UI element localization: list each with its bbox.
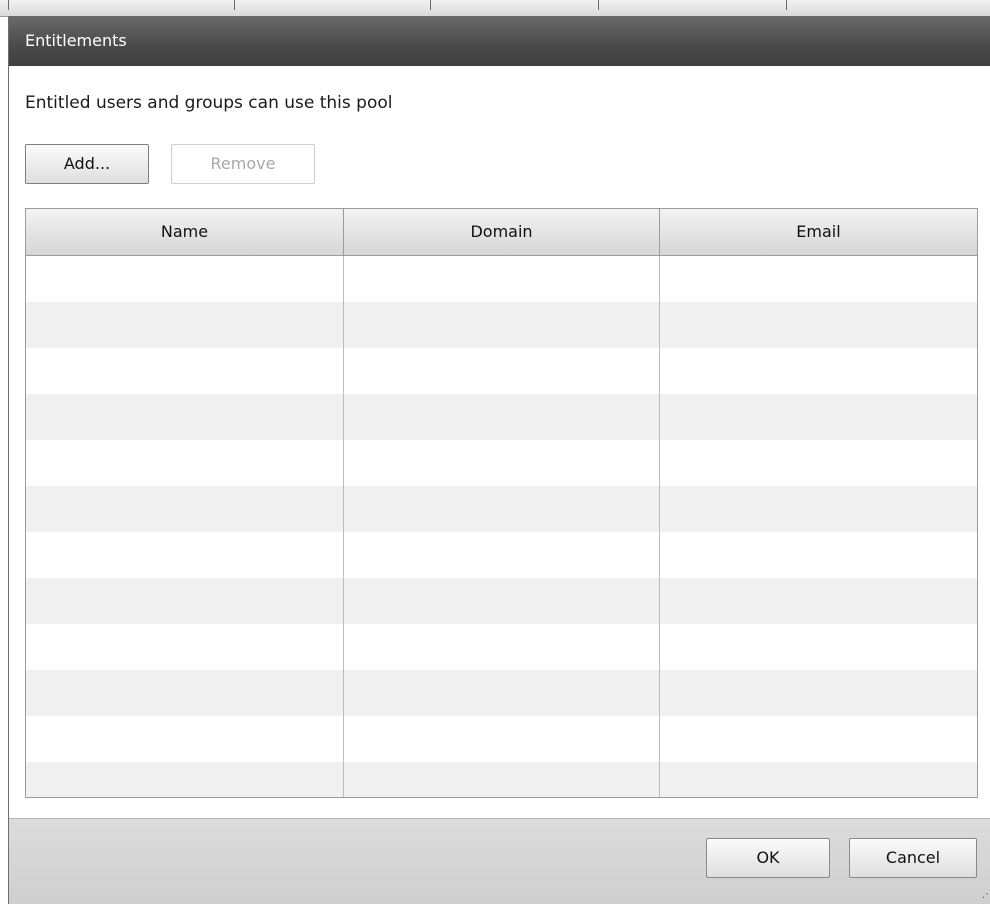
entitlements-table: Name Domain Email: [25, 208, 978, 798]
toolbar-separator: [430, 0, 431, 10]
background-window-toolbar: [0, 0, 990, 17]
remove-button[interactable]: Remove: [171, 144, 315, 184]
table-row: [26, 670, 977, 716]
column-header-domain[interactable]: Domain: [344, 209, 660, 255]
dialog-description: Entitled users and groups can use this p…: [25, 93, 393, 113]
cancel-button[interactable]: Cancel: [849, 838, 977, 878]
table-body[interactable]: [26, 256, 977, 797]
table-row: [26, 348, 977, 394]
table-row: [26, 716, 977, 762]
toolbar-separator: [598, 0, 599, 10]
table-row: [26, 624, 977, 670]
table-row: [26, 486, 977, 532]
toolbar-separator: [234, 0, 235, 10]
add-button[interactable]: Add...: [25, 144, 149, 184]
table-row: [26, 302, 977, 348]
column-header-email[interactable]: Email: [660, 209, 977, 255]
table-row: [26, 394, 977, 440]
ok-button[interactable]: OK: [706, 838, 830, 878]
table-header: Name Domain Email: [26, 209, 977, 256]
toolbar-separator: [786, 0, 787, 10]
table-row: [26, 578, 977, 624]
column-header-name[interactable]: Name: [26, 209, 344, 255]
table-row: [26, 256, 977, 302]
dialog-title[interactable]: Entitlements: [9, 16, 990, 66]
table-row: [26, 762, 977, 797]
table-row: [26, 532, 977, 578]
toolbar-separator: [8, 0, 9, 10]
table-row: [26, 440, 977, 486]
resize-grip-icon[interactable]: ⋰: [982, 890, 990, 902]
entitlements-dialog: Entitlements Entitled users and groups c…: [8, 16, 990, 904]
dialog-footer: [9, 818, 990, 904]
